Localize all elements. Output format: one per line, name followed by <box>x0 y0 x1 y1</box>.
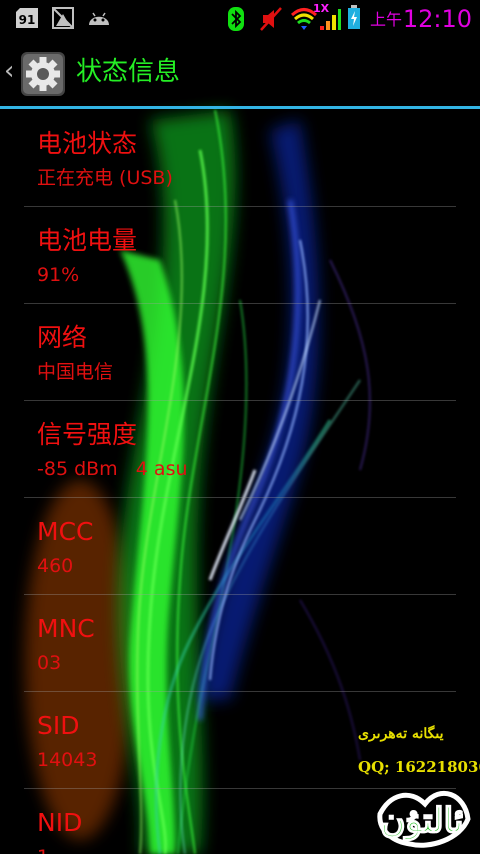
item-value: 03 <box>37 652 62 674</box>
screen: 91 1X 上午 12:10 ‹ 状态信息 电池状态 正在充电 (USB) 电池… <box>0 0 480 854</box>
item-title: MNC <box>37 614 95 643</box>
mute-icon <box>260 7 282 31</box>
item-value: 460 <box>37 555 74 577</box>
list-item-mcc[interactable]: MCC 460 <box>24 498 456 595</box>
action-bar-divider <box>0 106 480 109</box>
action-bar: ‹ 状态信息 <box>0 38 480 108</box>
settings-gear-icon <box>21 52 65 96</box>
list-item-battery-status[interactable]: 电池状态 正在充电 (USB) <box>24 110 456 207</box>
watermark-author: يىگانە تەھرىرى <box>358 726 444 742</box>
back-caret-icon: ‹ <box>4 56 15 86</box>
watermark-logo-text: ئالتۇن <box>381 801 464 841</box>
item-value: 14043 <box>37 749 98 771</box>
list-item-mnc[interactable]: MNC 03 <box>24 595 456 692</box>
notification-badge-count: 91 <box>19 13 36 27</box>
watermark: يىگانە تەھرىرى QQ; 1622180363 ئالتۇن <box>350 718 480 854</box>
list-item-network[interactable]: 网络 中国电信 <box>24 304 456 401</box>
up-navigation[interactable]: ‹ <box>0 38 70 108</box>
item-value: 1 <box>37 845 49 854</box>
item-title: NID <box>37 808 83 837</box>
status-clock: 12:10 <box>402 5 472 33</box>
page-title: 状态信息 <box>76 57 181 87</box>
item-value: 正在充电 (USB) <box>37 167 173 189</box>
signal-icon <box>320 9 341 30</box>
item-title: SID <box>37 711 80 740</box>
item-title: MCC <box>37 517 94 546</box>
item-value: -85 dBm 4 asu <box>37 458 188 480</box>
list-item-battery-level[interactable]: 电池电量 91% <box>24 207 456 304</box>
notification-badge-icon[interactable]: 91 <box>12 0 42 38</box>
status-ampm: 上午 <box>369 10 402 29</box>
item-title: 信号强度 <box>37 420 138 449</box>
list-item-signal-strength[interactable]: 信号强度 -85 dBm 4 asu <box>24 401 456 498</box>
watermark-logo: ئالتۇن <box>377 790 471 848</box>
battery-charging-icon <box>348 5 360 29</box>
status-bar: 91 1X 上午 12:10 <box>0 0 480 38</box>
item-value: 91% <box>37 264 80 286</box>
item-title: 电池状态 <box>37 129 138 158</box>
item-title: 电池电量 <box>37 226 138 255</box>
item-title: 网络 <box>37 323 88 352</box>
item-value: 中国电信 <box>37 361 114 383</box>
bluetooth-icon <box>228 7 244 31</box>
android-icon[interactable] <box>86 0 112 38</box>
screenshot-icon[interactable] <box>50 0 76 38</box>
